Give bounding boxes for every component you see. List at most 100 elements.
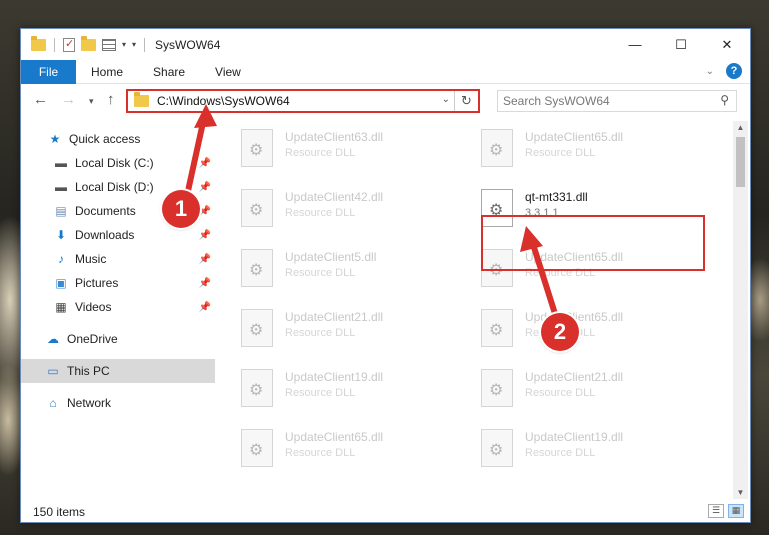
dll-file-icon — [241, 429, 273, 467]
dll-file-icon — [481, 369, 513, 407]
maximize-button[interactable]: ☐ — [658, 29, 704, 60]
tiles-view-icon[interactable]: ▦ — [728, 504, 744, 518]
pin-icon[interactable]: 📌 — [199, 182, 211, 193]
details-view-icon[interactable]: ☰ — [708, 504, 724, 518]
sidebar-item-pictures[interactable]: ▣ Pictures 📌 — [21, 271, 215, 295]
recent-locations-icon[interactable]: ▾ — [89, 96, 94, 107]
pin-icon[interactable]: 📌 — [199, 206, 211, 217]
file-item[interactable]: UpdateClient63.dll Resource DLL — [241, 125, 441, 173]
pin-icon[interactable]: 📌 — [199, 302, 211, 313]
download-icon: ⬇ — [55, 228, 67, 242]
view-options-icon[interactable] — [102, 38, 116, 51]
pin-icon[interactable]: 📌 — [199, 254, 211, 265]
dll-file-icon — [481, 309, 513, 347]
navigation-pane: ★ Quick access ▬ Local Disk (C:) 📌 ▬ Loc… — [21, 121, 215, 499]
dll-file-icon — [241, 129, 273, 167]
file-item[interactable]: UpdateClient65.dll Resource DLL — [481, 305, 681, 353]
title-bar: ▾ ▾ SysWOW64 — ☐ ✕ — [21, 29, 750, 60]
file-item[interactable]: UpdateClient21.dll Resource DLL — [481, 365, 681, 413]
scroll-thumb[interactable] — [736, 137, 745, 187]
help-icon[interactable]: ? — [726, 63, 742, 79]
chevron-down-icon[interactable]: ⌄ — [442, 94, 450, 105]
file-description: Resource DLL — [285, 447, 356, 459]
file-name: UpdateClient5.dll — [285, 250, 377, 264]
tab-file[interactable]: File — [21, 59, 76, 84]
sidebar-item-quick-access[interactable]: ★ Quick access — [21, 127, 215, 151]
file-item[interactable]: UpdateClient19.dll Resource DLL — [241, 365, 441, 413]
file-item[interactable]: UpdateClient5.dll Resource DLL — [241, 245, 441, 293]
up-arrow-icon[interactable]: ↑ — [107, 91, 115, 108]
ribbon-tabs: File Home Share View ⌄ ? — [21, 59, 750, 84]
file-description: Resource DLL — [285, 207, 356, 219]
video-icon: ▦ — [55, 300, 67, 314]
window-title: SysWOW64 — [155, 37, 221, 52]
customize-toolbar-icon[interactable]: ▾ — [132, 40, 136, 49]
chevron-down-icon[interactable]: ▾ — [122, 40, 126, 49]
sidebar-item-music[interactable]: ♪ Music 📌 — [21, 247, 215, 271]
computer-icon: ▭ — [47, 364, 59, 378]
sidebar-item-this-pc[interactable]: ▭ This PC — [21, 359, 215, 383]
tab-home[interactable]: Home — [76, 65, 138, 79]
pin-icon[interactable]: 📌 — [199, 230, 211, 241]
file-item[interactable]: UpdateClient65.dll Resource DLL — [241, 425, 441, 473]
file-item[interactable]: UpdateClient42.dll Resource DLL — [241, 185, 441, 233]
minimize-button[interactable]: — — [612, 29, 658, 60]
properties-icon[interactable] — [63, 37, 75, 52]
item-count: 150 items — [33, 505, 86, 519]
file-name: UpdateClient21.dll — [285, 310, 384, 324]
vertical-scrollbar[interactable]: ▲ ▼ — [733, 121, 748, 499]
sidebar-item-onedrive[interactable]: ☁ OneDrive — [21, 327, 215, 351]
callout-badge-1: 1 — [162, 190, 200, 228]
back-arrow-icon[interactable]: ← — [33, 91, 48, 108]
dll-file-icon — [481, 129, 513, 167]
music-icon: ♪ — [58, 252, 64, 266]
pin-icon[interactable]: 📌 — [199, 158, 211, 169]
window-controls: — ☐ ✕ — [612, 29, 750, 60]
toolbar-divider — [144, 37, 146, 52]
sidebar-item-network[interactable]: ⌂ Network — [21, 391, 215, 415]
toolbar-divider — [54, 37, 55, 52]
navigation-bar: ← → ▾ ↑ C:\Windows\SysWOW64 ⌄ ↻ Search S… — [21, 87, 750, 115]
expand-ribbon-icon[interactable]: ⌄ — [706, 66, 714, 77]
dll-file-icon — [241, 249, 273, 287]
search-icon[interactable]: ⚲ — [720, 93, 729, 107]
forward-arrow-icon[interactable]: → — [61, 91, 76, 108]
scroll-up-icon[interactable]: ▲ — [733, 123, 748, 132]
tab-share[interactable]: Share — [138, 65, 200, 79]
file-name: UpdateClient42.dll — [285, 190, 384, 204]
file-description: Resource DLL — [525, 387, 596, 399]
file-list: UpdateClient63.dll Resource DLL UpdateCl… — [217, 121, 731, 499]
file-description: Resource DLL — [285, 267, 356, 279]
quick-access-toolbar: ▾ ▾ — [21, 35, 147, 52]
file-name: UpdateClient65.dll — [285, 430, 384, 444]
documents-icon: ▤ — [55, 204, 67, 218]
new-folder-icon[interactable] — [81, 35, 96, 51]
sidebar-item-local-disk-c[interactable]: ▬ Local Disk (C:) 📌 — [21, 151, 215, 175]
tab-view[interactable]: View — [200, 65, 256, 79]
file-description: Resource DLL — [285, 387, 356, 399]
file-description: Resource DLL — [285, 327, 356, 339]
close-button[interactable]: ✕ — [704, 29, 750, 60]
file-highlight-box — [481, 215, 705, 271]
file-name: UpdateClient65.dll — [525, 130, 624, 144]
search-input[interactable]: Search SysWOW64 ⚲ — [497, 90, 737, 112]
dll-file-icon — [241, 369, 273, 407]
star-icon: ★ — [49, 132, 61, 146]
file-item[interactable]: UpdateClient19.dll Resource DLL — [481, 425, 681, 473]
file-item[interactable]: UpdateClient65.dll Resource DLL — [481, 125, 681, 173]
explorer-window: ▾ ▾ SysWOW64 — ☐ ✕ File Home Share View … — [20, 28, 751, 523]
scroll-down-icon[interactable]: ▼ — [733, 488, 748, 497]
sidebar-item-videos[interactable]: ▦ Videos 📌 — [21, 295, 215, 319]
view-toggle: ☰ ▦ — [708, 504, 744, 518]
network-icon: ⌂ — [49, 396, 57, 410]
ribbon-right-controls: ⌄ ? — [706, 63, 742, 79]
cloud-icon: ☁ — [47, 332, 59, 346]
file-item[interactable]: UpdateClient21.dll Resource DLL — [241, 305, 441, 353]
address-path[interactable]: C:\Windows\SysWOW64 — [157, 94, 290, 108]
address-bar[interactable]: C:\Windows\SysWOW64 ⌄ ↻ — [126, 89, 480, 113]
folder-icon — [134, 92, 149, 107]
pin-icon[interactable]: 📌 — [199, 278, 211, 289]
status-bar: 150 items ☰ ▦ — [21, 501, 750, 523]
search-placeholder: Search SysWOW64 — [503, 94, 610, 108]
refresh-icon[interactable]: ↻ — [454, 91, 478, 111]
